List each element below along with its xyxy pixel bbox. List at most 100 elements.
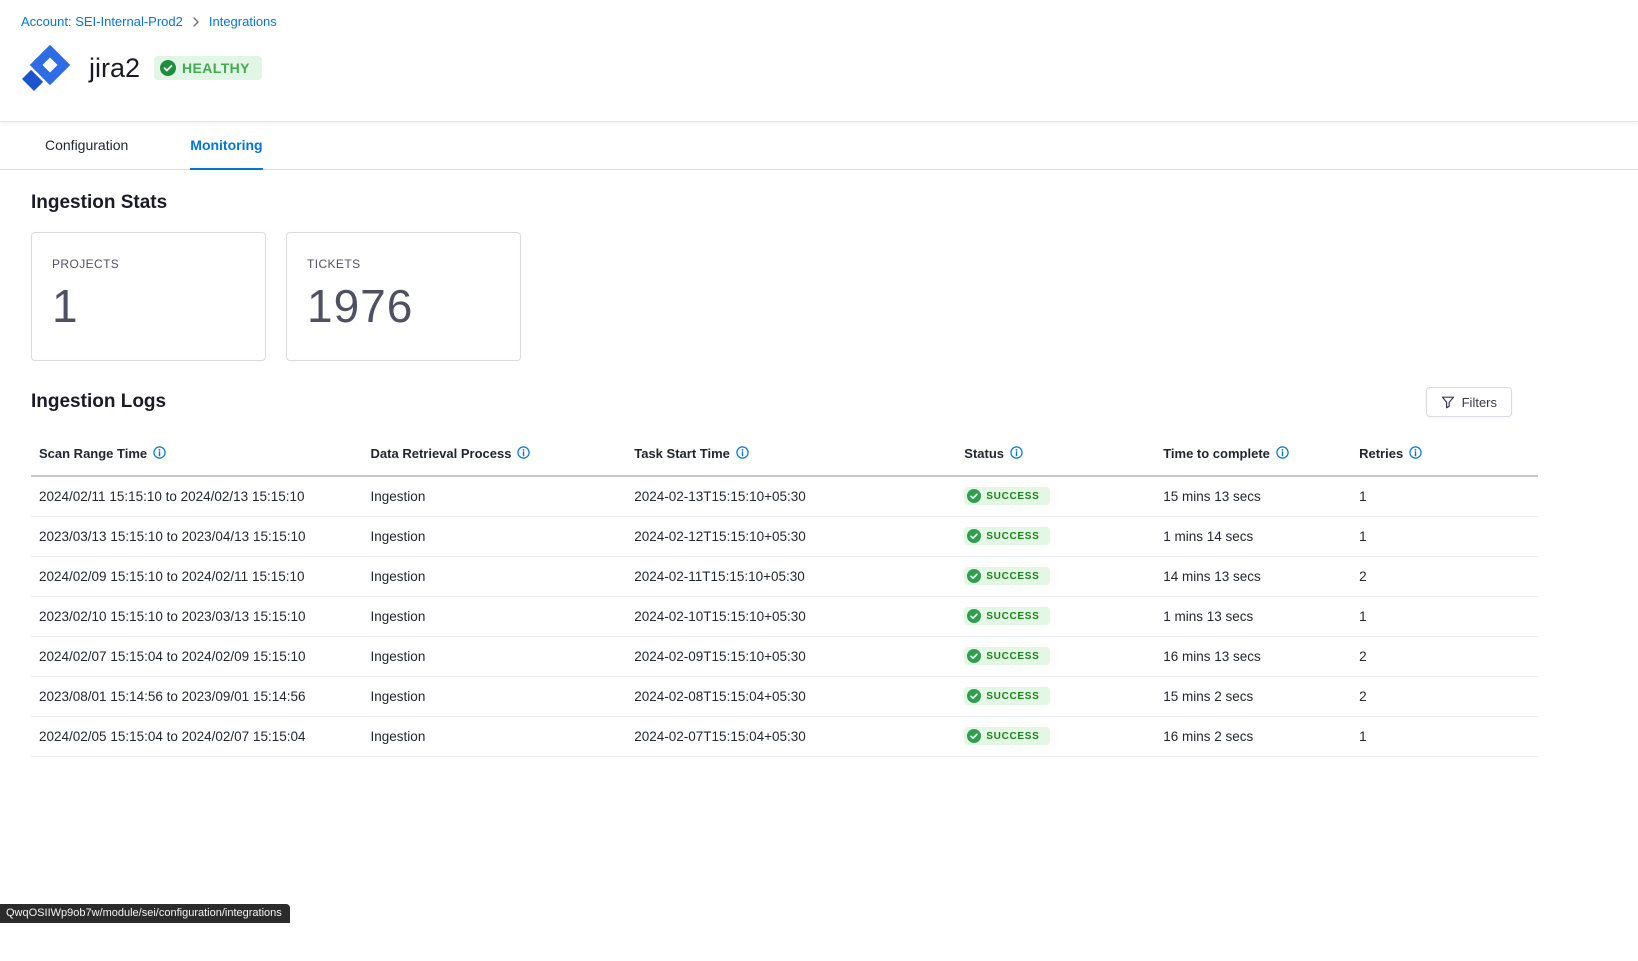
cell-status: SUCCESS bbox=[956, 476, 1155, 517]
page: Account: SEI-Internal-Prod2 Integrations… bbox=[0, 0, 1638, 961]
cell-retries: 1 bbox=[1351, 517, 1538, 557]
status-badge-label: SUCCESS bbox=[986, 731, 1039, 742]
filters-button[interactable]: Filters bbox=[1426, 387, 1512, 417]
cell-status: SUCCESS bbox=[956, 597, 1155, 637]
ingestion-logs-heading: Ingestion Logs bbox=[31, 391, 166, 413]
cell-process: Ingestion bbox=[363, 517, 627, 557]
column-header-time-to-complete: Time to complete bbox=[1155, 435, 1351, 476]
title-row: jira2 HEALTHY bbox=[21, 41, 1638, 95]
cell-scan-range: 2023/03/13 15:15:10 to 2023/04/13 15:15:… bbox=[31, 517, 363, 557]
filters-button-label: Filters bbox=[1462, 395, 1497, 410]
cell-process: Ingestion bbox=[363, 476, 627, 517]
status-badge: SUCCESS bbox=[964, 607, 1049, 625]
cell-task-start: 2024-02-13T15:15:10+05:30 bbox=[626, 476, 956, 517]
info-icon[interactable] bbox=[153, 446, 166, 462]
tickets-stat-value: 1976 bbox=[307, 279, 500, 333]
cell-time-to-complete: 1 mins 14 secs bbox=[1155, 517, 1351, 557]
stat-cards: PROJECTS 1 TICKETS 1976 bbox=[31, 232, 1538, 361]
cell-task-start: 2024-02-09T15:15:10+05:30 bbox=[626, 637, 956, 677]
projects-stat-card: PROJECTS 1 bbox=[31, 232, 266, 361]
breadcrumb-integrations-link[interactable]: Integrations bbox=[209, 14, 277, 29]
cell-task-start: 2024-02-11T15:15:10+05:30 bbox=[626, 557, 956, 597]
column-header-scan-range-time: Scan Range Time bbox=[31, 435, 363, 476]
tab-bar: Configuration Monitoring bbox=[0, 122, 1638, 170]
cell-retries: 2 bbox=[1351, 557, 1538, 597]
cell-time-to-complete: 15 mins 13 secs bbox=[1155, 476, 1351, 517]
status-url-tooltip: QwqOSIIWp9ob7w/module/sei/configuration/… bbox=[0, 904, 290, 923]
cell-scan-range: 2023/08/01 15:14:56 to 2023/09/01 15:14:… bbox=[31, 677, 363, 717]
cell-time-to-complete: 15 mins 2 secs bbox=[1155, 677, 1351, 717]
projects-stat-label: PROJECTS bbox=[52, 257, 245, 271]
check-circle-icon bbox=[160, 60, 176, 76]
table-row: 2024/02/07 15:15:04 to 2024/02/09 15:15:… bbox=[31, 637, 1538, 677]
cell-retries: 1 bbox=[1351, 476, 1538, 517]
cell-status: SUCCESS bbox=[956, 557, 1155, 597]
cell-scan-range: 2024/02/09 15:15:10 to 2024/02/11 15:15:… bbox=[31, 557, 363, 597]
status-badge: SUCCESS bbox=[964, 727, 1049, 745]
cell-process: Ingestion bbox=[363, 677, 627, 717]
table-row: 2024/02/09 15:15:10 to 2024/02/11 15:15:… bbox=[31, 557, 1538, 597]
tickets-stat-card: TICKETS 1976 bbox=[286, 232, 521, 361]
cell-process: Ingestion bbox=[363, 637, 627, 677]
cell-process: Ingestion bbox=[363, 557, 627, 597]
ingestion-stats-heading: Ingestion Stats bbox=[31, 192, 1538, 214]
status-badge: SUCCESS bbox=[964, 687, 1049, 705]
info-icon[interactable] bbox=[1409, 446, 1422, 462]
cell-task-start: 2024-02-12T15:15:10+05:30 bbox=[626, 517, 956, 557]
status-badge: SUCCESS bbox=[964, 647, 1049, 665]
ingestion-logs-header: Ingestion Logs Filters bbox=[31, 387, 1538, 417]
table-row: 2024/02/05 15:15:04 to 2024/02/07 15:15:… bbox=[31, 717, 1538, 757]
cell-status: SUCCESS bbox=[956, 677, 1155, 717]
main-content: Ingestion Stats PROJECTS 1 TICKETS 1976 … bbox=[0, 170, 1638, 757]
cell-retries: 2 bbox=[1351, 637, 1538, 677]
breadcrumb-chevron-icon bbox=[191, 17, 201, 27]
cell-scan-range: 2024/02/07 15:15:04 to 2024/02/09 15:15:… bbox=[31, 637, 363, 677]
cell-scan-range: 2023/02/10 15:15:10 to 2023/03/13 15:15:… bbox=[31, 597, 363, 637]
info-icon[interactable] bbox=[1276, 446, 1289, 462]
status-badge: SUCCESS bbox=[964, 487, 1049, 505]
cell-status: SUCCESS bbox=[956, 717, 1155, 757]
status-badge-label: SUCCESS bbox=[986, 531, 1039, 542]
tickets-stat-label: TICKETS bbox=[307, 257, 500, 271]
column-header-retries: Retries bbox=[1351, 435, 1538, 476]
table-header-row: Scan Range Time Data Retrieval Process T… bbox=[31, 435, 1538, 476]
cell-task-start: 2024-02-07T15:15:04+05:30 bbox=[626, 717, 956, 757]
info-icon[interactable] bbox=[1010, 446, 1023, 462]
info-icon[interactable] bbox=[517, 446, 530, 462]
status-badge-label: SUCCESS bbox=[986, 691, 1039, 702]
cell-retries: 2 bbox=[1351, 677, 1538, 717]
cell-task-start: 2024-02-10T15:15:10+05:30 bbox=[626, 597, 956, 637]
projects-stat-value: 1 bbox=[52, 279, 245, 333]
cell-retries: 1 bbox=[1351, 717, 1538, 757]
status-badge-label: SUCCESS bbox=[986, 611, 1039, 622]
cell-status: SUCCESS bbox=[956, 637, 1155, 677]
integration-header: Account: SEI-Internal-Prod2 Integrations… bbox=[0, 0, 1638, 122]
health-status-label: HEALTHY bbox=[182, 60, 250, 76]
table-row: 2024/02/11 15:15:10 to 2024/02/13 15:15:… bbox=[31, 476, 1538, 517]
table-row: 2023/08/01 15:14:56 to 2023/09/01 15:14:… bbox=[31, 677, 1538, 717]
cell-task-start: 2024-02-08T15:15:04+05:30 bbox=[626, 677, 956, 717]
cell-time-to-complete: 14 mins 13 secs bbox=[1155, 557, 1351, 597]
cell-scan-range: 2024/02/11 15:15:10 to 2024/02/13 15:15:… bbox=[31, 476, 363, 517]
tab-configuration[interactable]: Configuration bbox=[45, 122, 128, 170]
cell-time-to-complete: 1 mins 13 secs bbox=[1155, 597, 1351, 637]
breadcrumb: Account: SEI-Internal-Prod2 Integrations bbox=[21, 14, 1638, 29]
jira-logo-icon bbox=[21, 41, 75, 95]
cell-process: Ingestion bbox=[363, 717, 627, 757]
column-header-status: Status bbox=[956, 435, 1155, 476]
breadcrumb-account-link[interactable]: Account: SEI-Internal-Prod2 bbox=[21, 14, 183, 29]
status-badge: SUCCESS bbox=[964, 527, 1049, 545]
integration-title: jira2 bbox=[89, 53, 140, 84]
ingestion-logs-table: Scan Range Time Data Retrieval Process T… bbox=[31, 435, 1538, 757]
status-badge-label: SUCCESS bbox=[986, 491, 1039, 502]
cell-time-to-complete: 16 mins 13 secs bbox=[1155, 637, 1351, 677]
table-row: 2023/03/13 15:15:10 to 2023/04/13 15:15:… bbox=[31, 517, 1538, 557]
column-header-data-retrieval-process: Data Retrieval Process bbox=[363, 435, 627, 476]
tab-monitoring[interactable]: Monitoring bbox=[190, 122, 262, 170]
info-icon[interactable] bbox=[736, 446, 749, 462]
status-badge: SUCCESS bbox=[964, 567, 1049, 585]
cell-process: Ingestion bbox=[363, 597, 627, 637]
cell-retries: 1 bbox=[1351, 597, 1538, 637]
filter-funnel-icon bbox=[1441, 395, 1455, 409]
column-header-task-start-time: Task Start Time bbox=[626, 435, 956, 476]
